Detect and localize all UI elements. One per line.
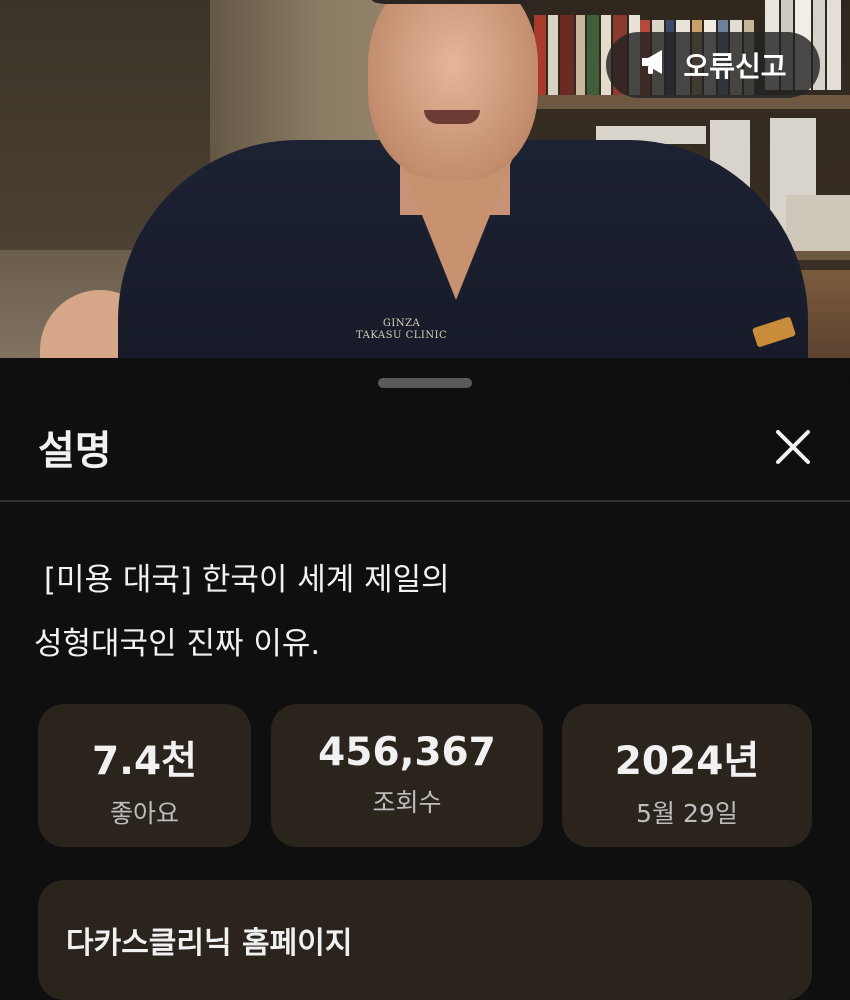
person-mouth: [424, 110, 480, 124]
homepage-link-title: 다카스클리닉 홈페이지: [66, 926, 353, 961]
person-head: [368, 0, 538, 180]
report-error-button[interactable]: 오류신고: [606, 32, 820, 98]
scrubs-logo: GINZA TAKASU CLINIC: [356, 318, 448, 341]
homepage-link-card[interactable]: 다카스클리닉 홈페이지: [38, 880, 812, 1000]
stat-card-date: 2024년 5월 29일: [562, 704, 812, 847]
description-sheet: 설명 [미용 대국] 한국이 세계 제일의 성형대국인 진짜 이유. 7.4천 …: [0, 358, 850, 1000]
close-icon: [770, 430, 816, 474]
video-player[interactable]: GINZA TAKASU CLINIC 오류신고: [0, 0, 850, 358]
likes-label: 좋아요: [109, 799, 179, 828]
sheet-drag-handle[interactable]: [378, 378, 472, 388]
video-title-line-2: 성형대국인 진짜 이유.: [34, 626, 321, 662]
likes-count: 7.4천: [92, 739, 197, 784]
video-title-line-1: [미용 대국] 한국이 세계 제일의: [34, 562, 450, 598]
sheet-divider: [0, 500, 850, 502]
close-button[interactable]: [770, 424, 816, 470]
sheet-title: 설명: [38, 428, 112, 474]
views-label: 조회수: [372, 788, 442, 817]
stat-card-views: 456,367 조회수: [271, 704, 543, 847]
person-hair: [372, 0, 534, 4]
megaphone-icon: [639, 46, 671, 85]
stat-card-likes: 7.4천 좋아요: [38, 704, 251, 847]
upload-date: 5월 29일: [636, 799, 738, 828]
views-count: 456,367: [318, 730, 496, 775]
upload-year: 2024년: [614, 739, 760, 784]
report-error-label: 오류신고: [683, 50, 787, 83]
